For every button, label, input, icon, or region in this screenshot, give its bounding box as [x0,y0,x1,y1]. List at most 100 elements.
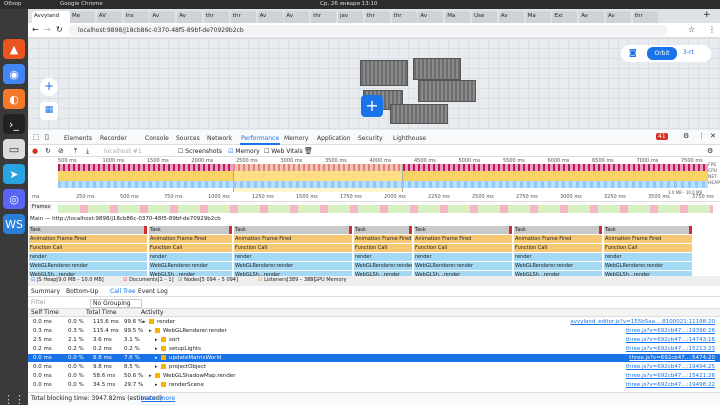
side-view-button[interactable]: 3-rt [683,49,694,56]
column-header[interactable]: Total Time [86,309,117,316]
flame-function-call[interactable]: Function Call [149,244,232,252]
add-object-button[interactable]: + [361,95,383,117]
call-tree-row[interactable]: 0.0 ms 0.0 % 115.6 ms 99.6 % ▸ render avvyland… [28,318,720,326]
devtools-tab-performance[interactable]: Performance [241,135,279,142]
reload-record-icon[interactable]: ↻ [45,147,51,155]
flame-webglrenderer-render[interactable]: WebGLRenderer.render [354,262,412,270]
browser-tab[interactable]: Av [257,11,283,23]
target-select[interactable]: localhost #1 [104,148,142,155]
flame-task[interactable]: Task [234,226,352,234]
zoom-in-button[interactable]: + [40,78,58,96]
menu-icon[interactable]: ⋮ [708,25,716,34]
source-link[interactable]: three.js?v=692cb47…:19396:26 [626,327,715,335]
camera-icon[interactable]: ◙ [629,48,637,57]
expand-icon[interactable]: ▸ [149,327,152,335]
flame-task[interactable]: Task [604,226,692,234]
legend-item[interactable]: ☑ GPU Memory [308,277,347,283]
error-badge[interactable]: 41 [656,133,668,140]
terminal-icon[interactable]: ›_ [3,114,25,134]
devtools-tab-sources[interactable]: Sources [176,135,200,142]
memory-checkbox[interactable]: ☑ Memory [228,148,260,155]
column-header[interactable]: Activity [141,309,163,316]
browser-tab[interactable]: thr [311,11,337,23]
filter-input[interactable]: Filter [31,299,46,306]
building-block[interactable] [360,60,408,86]
browser-tab[interactable]: Avvyland [32,11,70,23]
devtools-tab-application[interactable]: Application [317,135,351,142]
overview-label[interactable]: Обзор [4,1,22,7]
flame-animation-frame-fired[interactable]: Animation Frame Fired [234,235,352,243]
flame-webglrenderer-render[interactable]: WebGLRenderer.render [149,262,232,270]
browser-tab[interactable]: thr [632,11,658,23]
browser-tab[interactable]: Ma [445,11,471,23]
source-link[interactable]: three.js?v=692cb47…:19498:22 [626,381,715,389]
forward-icon[interactable]: → [44,25,51,34]
main-thread-label[interactable]: Main — http://localhost:9898/j18cb86c-03… [30,216,221,222]
webvitals-checkbox[interactable]: ☐ Web Vitals [264,148,303,155]
flame-render[interactable]: render [514,253,602,261]
building-block[interactable] [390,104,448,124]
files-manager-icon[interactable]: ▭ [3,139,25,159]
flame-render[interactable]: render [149,253,232,261]
star-icon[interactable]: ☆ [688,25,695,34]
expand-icon[interactable]: ▸ [155,381,158,389]
reload-icon[interactable]: ↻ [56,25,63,34]
call-tree-row[interactable]: 0.2 ms 0.2 % 0.2 ms 0.2 % ▸ setupLights three.… [28,345,720,353]
frames-label[interactable]: Frames [30,204,53,210]
flame-function-call[interactable]: Function Call [29,244,147,252]
webstorm-icon[interactable]: WS [3,214,25,234]
flame-webglrenderer-render[interactable]: WebGLRenderer.render [514,262,602,270]
expand-icon[interactable]: ▸ [155,354,158,362]
chrome-icon[interactable]: ◉ [3,64,25,84]
building-block[interactable] [418,80,476,102]
back-icon[interactable]: ← [32,25,39,34]
devtools-tab-elements[interactable]: Elements [64,135,92,142]
source-link[interactable]: three.js?v=692cb47…:15213:23 [626,345,715,353]
call-tree-row[interactable]: 0.0 ms 0.0 % 58.6 ms 50.6 % ▸ WebGLShadowMap.… [28,372,720,380]
expand-icon[interactable]: ▸ [143,318,146,326]
browser-tab[interactable]: Av [150,11,176,23]
building-block[interactable] [413,58,461,80]
blender-icon[interactable]: ◐ [3,89,25,109]
browser-tab[interactable]: Av [606,11,631,23]
expand-icon[interactable]: ▸ [155,363,158,371]
flame-task[interactable]: Task [414,226,512,234]
devtools-tab-security[interactable]: Security [358,135,383,142]
source-link[interactable]: three.js?v=692cb47…:19494:25 [626,363,715,371]
flame-animation-frame-fired[interactable]: Animation Frame Fired [604,235,692,243]
browser-tab[interactable]: jav [338,11,363,23]
screenshots-checkbox[interactable]: ☐ Screenshots [178,148,222,155]
inspect-icon[interactable]: ⬚ [33,133,40,141]
browser-tab[interactable]: Av [579,11,605,23]
url-field[interactable]: localhost:9898/j18cb86c-0370-48f5-89bf-d… [68,25,668,36]
flame-render[interactable]: render [234,253,352,261]
devtools-tab-network[interactable]: Network [207,135,232,142]
browser-tab[interactable]: thr [204,11,229,23]
call-tree-row[interactable]: 0.0 ms 0.0 % 34.5 ms 29.7 % ▸ renderScene thre… [28,381,720,389]
flame-webglrenderer-render[interactable]: WebGLRenderer.render [234,262,352,270]
flame-task[interactable]: Task [149,226,232,234]
download-icon[interactable]: ⤓ [86,147,89,156]
devtools-tab-lighthouse[interactable]: Lighthouse [393,135,426,142]
call-tree-row[interactable]: 0.3 ms 0.3 % 115.4 ms 99.5 % ▸ WebGLRenderer.… [28,327,720,335]
gc-icon[interactable]: 🗑 [304,147,313,155]
flame-webglrenderer-render[interactable]: WebGLRenderer.render [414,262,512,270]
source-link[interactable]: three.js?v=692cb47…:14743:16 [626,336,715,344]
flame-function-call[interactable]: Function Call [514,244,602,252]
browser-tab[interactable]: Av [498,11,524,23]
clear-icon[interactable]: ⊘ [58,147,64,155]
browser-tab[interactable]: thr [364,11,390,23]
browser-tab[interactable]: thr [391,11,417,23]
devtools-settings-icon[interactable]: ⚙ [683,132,689,140]
orbit-button[interactable]: Orbit [647,47,677,60]
browser-tab[interactable]: Ma [525,11,551,23]
devtools-close-icon[interactable]: ✕ [710,132,716,140]
legend-item[interactable]: ☑ JS Heap[9.0 MB – 10.0 MB] [31,277,104,283]
bottom-tab-summary[interactable]: Summary [31,288,60,295]
flame-render[interactable]: render [604,253,692,261]
perf-settings-icon[interactable]: ⚙ [707,147,713,155]
3d-viewport[interactable]: + + ▦ ◙ Orbit 3-rt [28,38,720,130]
upload-icon[interactable]: ⤒ [74,147,77,156]
flame-animation-frame-fired[interactable]: Animation Frame Fired [414,235,512,243]
devtools-tab-console[interactable]: Console [145,135,169,142]
